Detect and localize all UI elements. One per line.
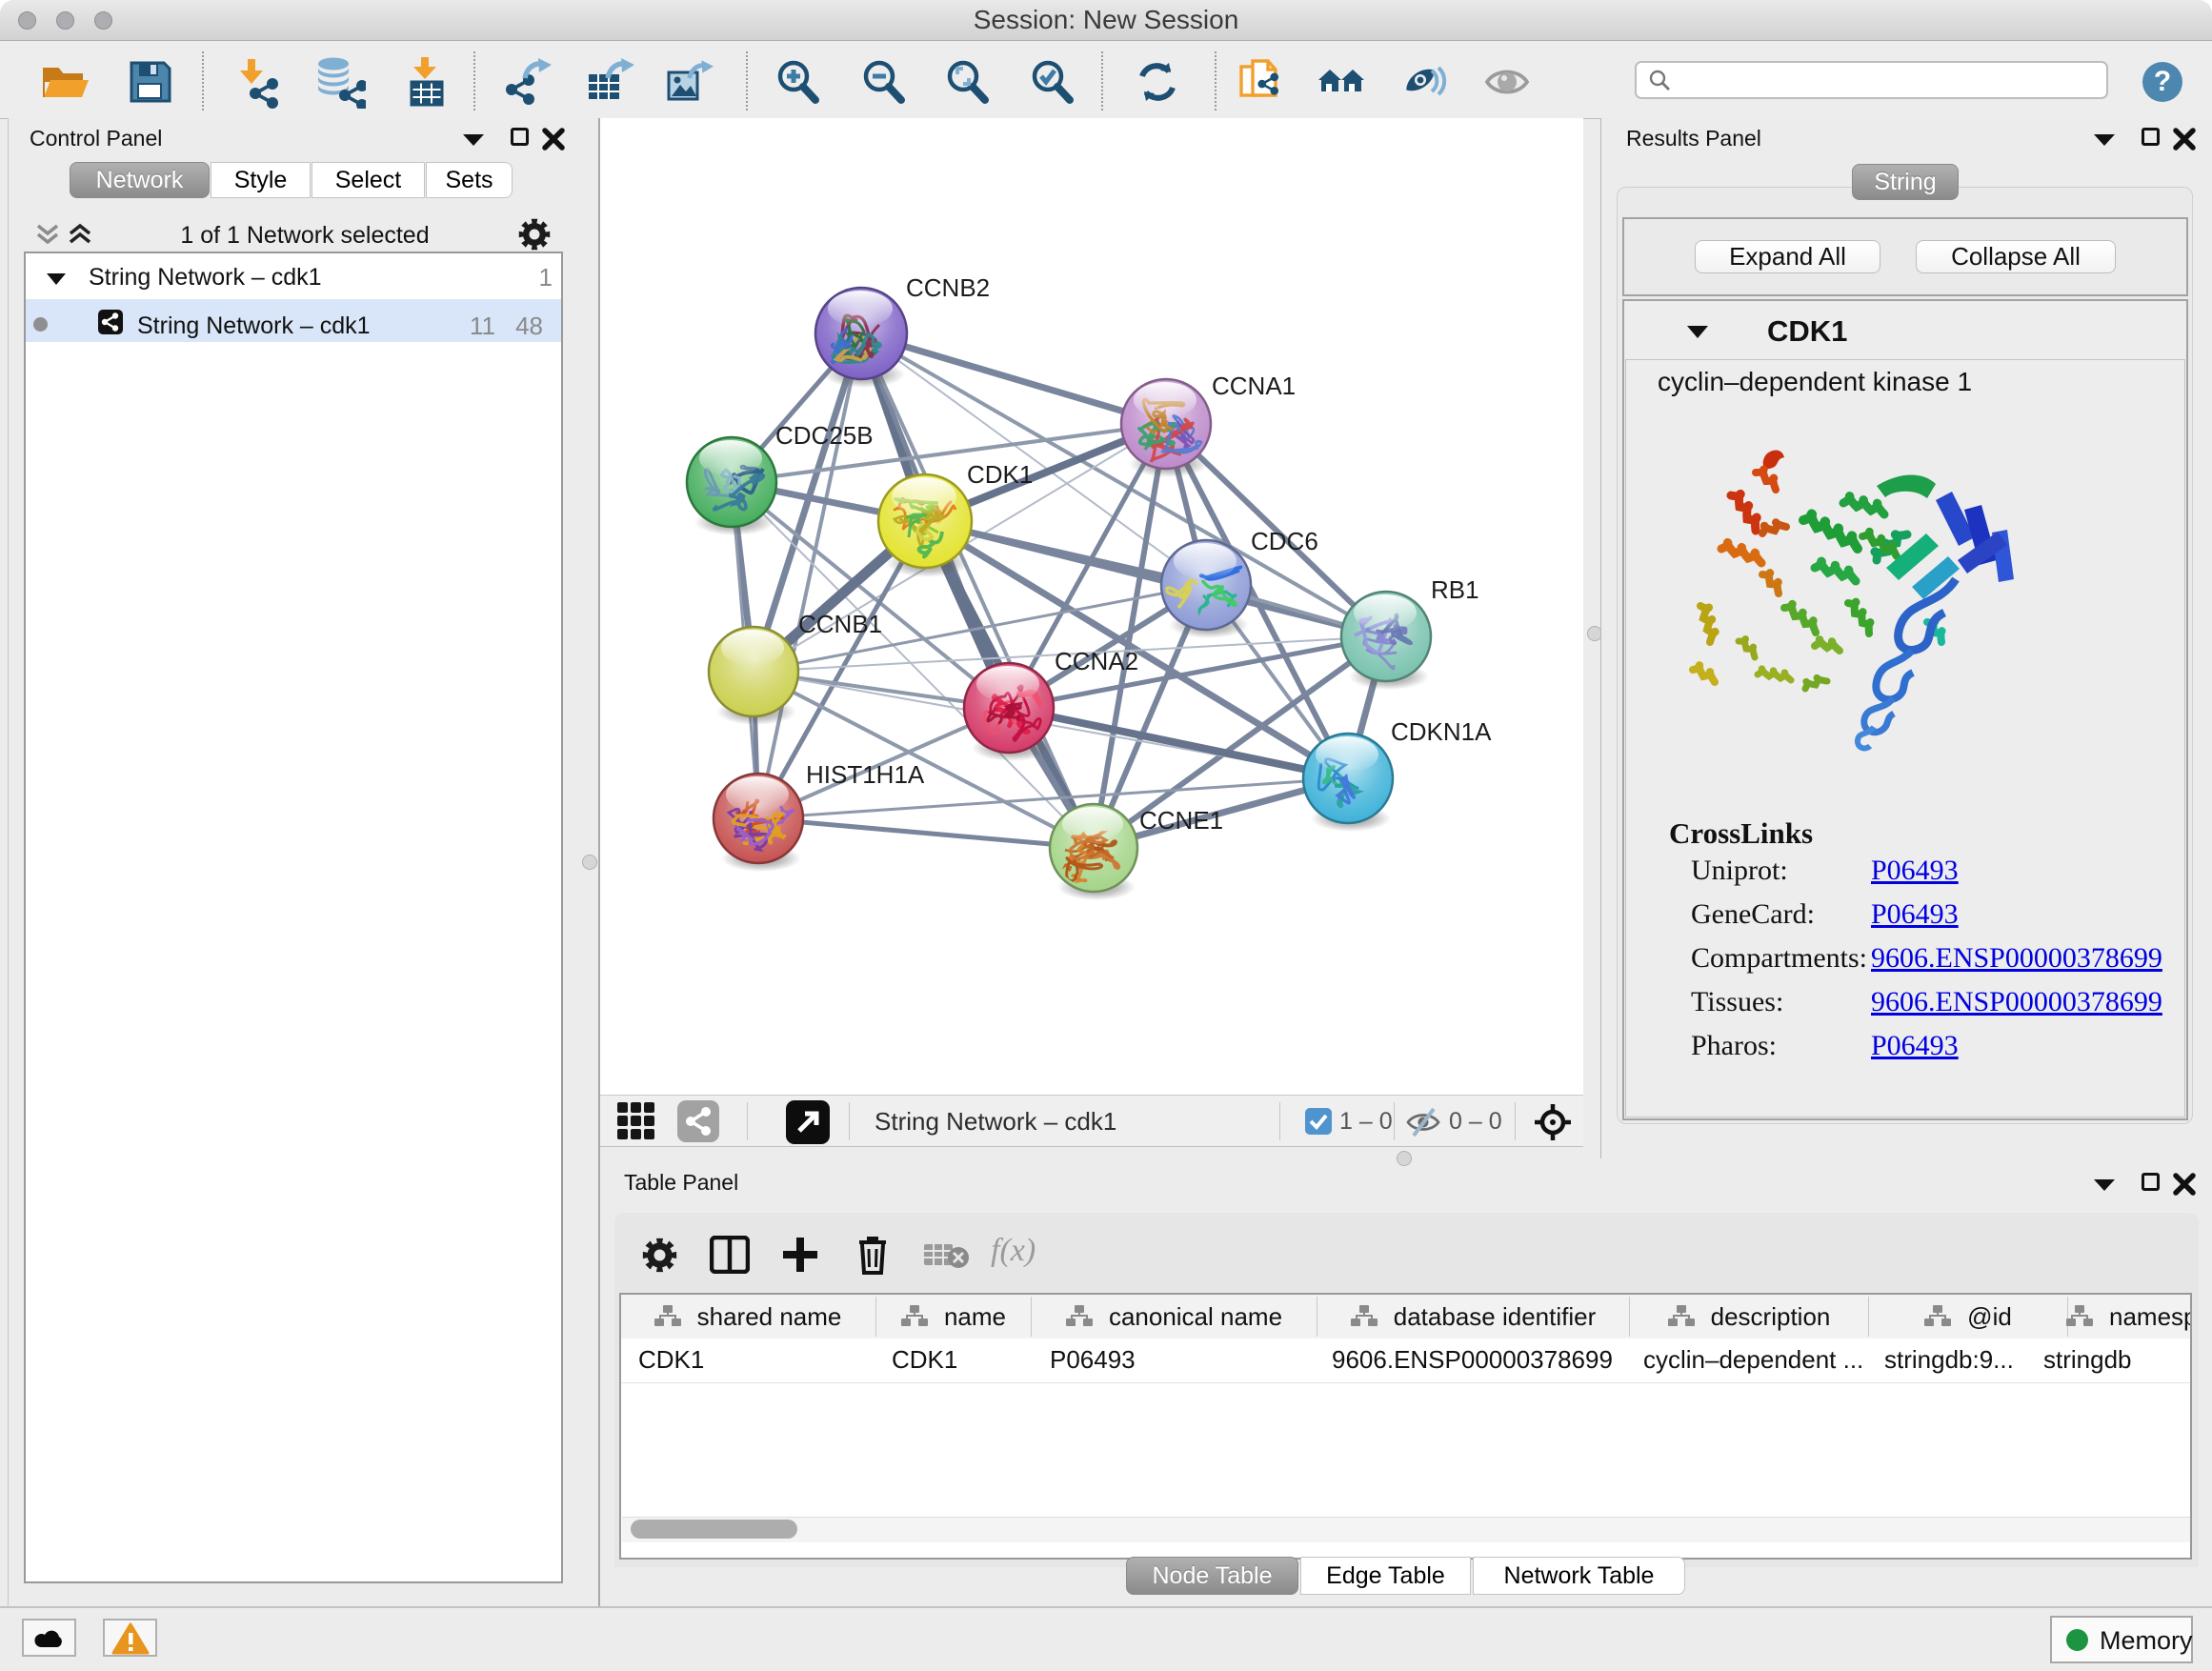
svg-text:HIST1H1A: HIST1H1A (806, 760, 925, 789)
svg-text:CCNA2: CCNA2 (1055, 647, 1138, 675)
svg-text:CDKN1A: CDKN1A (1391, 717, 1492, 746)
svg-text:CCNB1: CCNB1 (798, 610, 882, 638)
svg-text:CDK1: CDK1 (967, 460, 1033, 489)
svg-text:CCNE1: CCNE1 (1139, 806, 1223, 835)
svg-text:CCNA1: CCNA1 (1212, 372, 1296, 400)
svg-text:?: ? (2154, 66, 2171, 97)
svg-text:CCNB2: CCNB2 (906, 273, 990, 302)
svg-text:CDC25B: CDC25B (775, 421, 874, 450)
svg-text:CDC6: CDC6 (1251, 527, 1318, 555)
svg-text:RB1: RB1 (1431, 575, 1479, 604)
